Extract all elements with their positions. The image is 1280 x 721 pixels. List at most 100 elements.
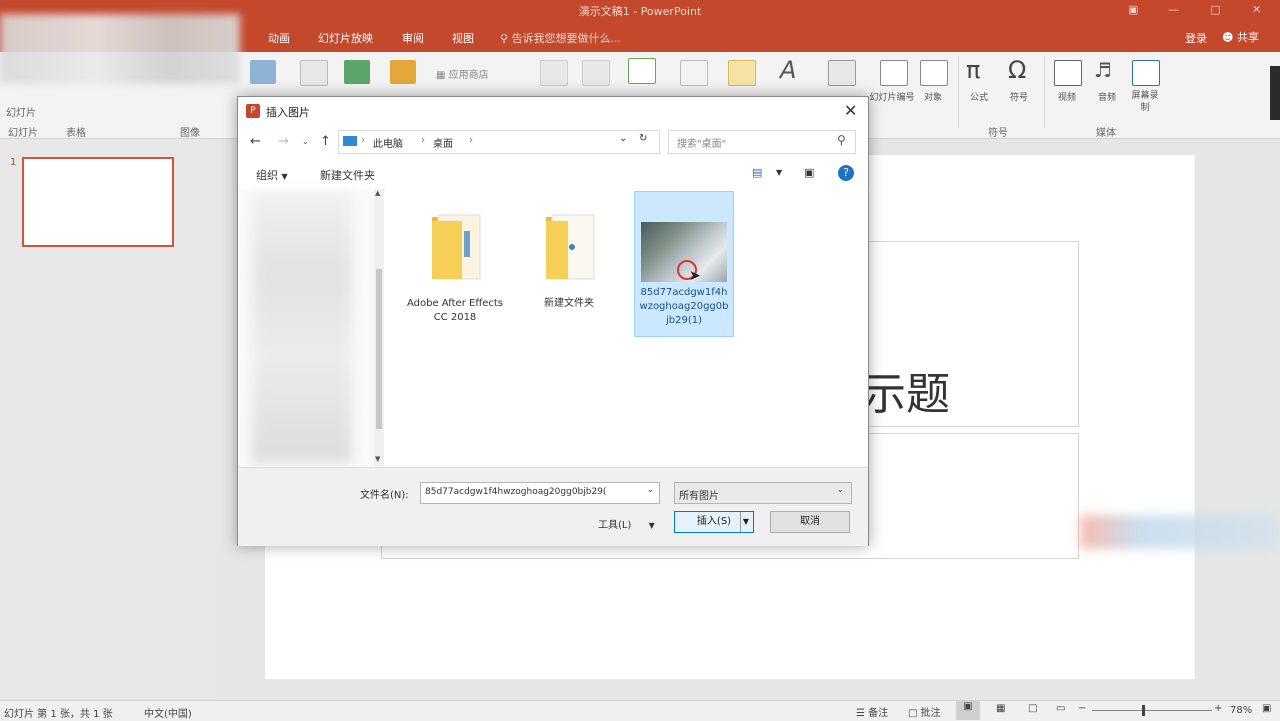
share-button[interactable]: ☻ 共享 bbox=[1222, 29, 1259, 45]
title-placeholder-text: 示题 bbox=[862, 369, 950, 420]
filename-dropdown-icon[interactable]: ⌄ bbox=[647, 485, 654, 494]
help-icon[interactable]: ? bbox=[838, 165, 854, 181]
dialog-bottom-bar: 文件名(N): 85d77acdgw1f4hwzoghoag20gg0bjb29… bbox=[238, 467, 868, 546]
audio-icon[interactable]: ♬ bbox=[1094, 58, 1112, 82]
video-icon[interactable] bbox=[1054, 60, 1082, 86]
view-dropdown-icon[interactable]: ▼ bbox=[776, 168, 782, 177]
chart-icon[interactable] bbox=[390, 60, 416, 84]
zoom-level[interactable]: 78% bbox=[1230, 705, 1252, 716]
zoom-out-icon[interactable]: − bbox=[1078, 703, 1086, 714]
minimize-icon[interactable]: — bbox=[1168, 3, 1179, 16]
ribbon-options-icon[interactable]: ▣ bbox=[1128, 3, 1138, 16]
insert-button[interactable]: 插入(S) ▼ bbox=[674, 511, 754, 533]
date-time-icon[interactable] bbox=[828, 60, 856, 86]
nav-scroll-thumb[interactable] bbox=[376, 269, 382, 429]
header-footer-icon[interactable] bbox=[728, 60, 756, 86]
dialog-close-icon[interactable]: ✕ bbox=[844, 101, 857, 120]
dialog-command-bar: 组织 ▼ 新建文件夹 ▤ ▼ ▣ ? bbox=[238, 159, 868, 190]
shapes-icon[interactable] bbox=[300, 60, 328, 86]
slide-thumbnail[interactable] bbox=[22, 157, 174, 247]
file-item-folder[interactable]: 新建文件夹 bbox=[520, 197, 618, 341]
notes-button[interactable]: ☰ 备注 bbox=[856, 704, 888, 719]
breadcrumb-this-pc[interactable]: 此电脑 bbox=[373, 135, 403, 150]
zoom-slider-thumb[interactable] bbox=[1142, 705, 1145, 716]
organize-menu[interactable]: 组织 ▼ bbox=[256, 167, 288, 183]
tab-animations[interactable]: 动画 bbox=[268, 30, 290, 46]
close-icon[interactable]: ✕ bbox=[1252, 3, 1261, 16]
tell-me-text: 告诉我您想要做什么... bbox=[511, 32, 622, 45]
filename-input[interactable]: 85d77acdgw1f4hwzoghoag20gg0bjb29( ⌄ bbox=[420, 482, 660, 504]
breadcrumb-desktop[interactable]: 桌面 bbox=[433, 135, 453, 150]
reading-view-icon[interactable]: □ bbox=[1028, 703, 1037, 714]
zoom-in-icon[interactable]: + bbox=[1214, 703, 1222, 714]
new-folder-button[interactable]: 新建文件夹 bbox=[320, 167, 375, 183]
nav-scrollbar[interactable]: ▲ ▼ bbox=[374, 189, 384, 467]
ribbon-symbols-group-label: 符号 bbox=[988, 128, 1008, 139]
picture-icon[interactable] bbox=[250, 60, 276, 84]
tab-slideshow[interactable]: 幻灯片放映 bbox=[318, 30, 373, 46]
blurred-overlay bbox=[1080, 515, 1280, 549]
object-icon[interactable] bbox=[920, 60, 948, 86]
tab-review[interactable]: 审阅 bbox=[402, 30, 424, 46]
file-list[interactable]: Adobe After Effects CC 2018 新建文件夹 ➤ 85d7… bbox=[386, 189, 866, 467]
dialog-title: 插入图片 bbox=[266, 106, 310, 119]
forward-arrow-icon[interactable]: → bbox=[278, 134, 289, 149]
folder-icon bbox=[546, 214, 595, 280]
ribbon-slide-label[interactable]: 幻灯片 bbox=[6, 104, 36, 119]
equation-label: 公式 bbox=[969, 93, 988, 103]
action-icon[interactable] bbox=[582, 60, 610, 86]
tools-menu[interactable]: 工具(L) ▼ bbox=[598, 516, 655, 531]
wordart-icon[interactable]: A bbox=[780, 56, 796, 84]
textbox-icon[interactable] bbox=[680, 60, 708, 86]
blurred-region bbox=[0, 14, 240, 84]
comments-button[interactable]: □ 批注 bbox=[908, 704, 941, 719]
screen-recording-icon[interactable] bbox=[1132, 60, 1160, 86]
dialog-title-bar[interactable]: P 插入图片 ✕ bbox=[238, 97, 868, 125]
store-label: 应用商店 bbox=[448, 70, 489, 81]
smartart-icon[interactable] bbox=[344, 60, 370, 84]
file-type-value: 所有图片 bbox=[679, 491, 719, 502]
cancel-button[interactable]: 取消 bbox=[770, 511, 850, 533]
symbol-icon[interactable]: Ω bbox=[1008, 56, 1026, 84]
slide-number-icon[interactable] bbox=[880, 60, 908, 86]
tools-dropdown-icon: ▼ bbox=[648, 521, 655, 530]
powerpoint-icon: P bbox=[246, 104, 260, 118]
up-arrow-icon[interactable]: ↑ bbox=[320, 134, 331, 149]
audio-label: 音频 bbox=[1097, 93, 1116, 103]
zoom-slider[interactable] bbox=[1092, 710, 1212, 711]
refresh-icon[interactable]: ↻ bbox=[639, 133, 647, 144]
comment-icon[interactable] bbox=[628, 58, 656, 84]
slideshow-icon[interactable]: ▭ bbox=[1056, 703, 1065, 714]
maximize-icon[interactable]: □ bbox=[1210, 3, 1220, 16]
store-button[interactable]: ▦ 应用商店 bbox=[436, 66, 489, 81]
link-icon[interactable] bbox=[540, 60, 568, 86]
insert-picture-dialog: P 插入图片 ✕ ← → ⌄ ↑ › 此电脑 › 桌面 › ⌄ ↻ 搜索"桌面"… bbox=[237, 96, 869, 546]
address-bar[interactable]: › 此电脑 › 桌面 › ⌄ ↻ bbox=[338, 130, 660, 154]
search-input[interactable]: 搜索"桌面" ⚲ bbox=[668, 130, 856, 154]
mouse-pointer-icon: ➤ bbox=[689, 268, 701, 284]
recent-chevron-icon[interactable]: ⌄ bbox=[302, 137, 309, 146]
file-item-image-selected[interactable]: ➤ 85d77acdgw1f4hwzoghoag20gg0bjb29(1) bbox=[634, 191, 734, 337]
file-item-folder[interactable]: Adobe After Effects CC 2018 bbox=[406, 197, 504, 341]
insert-dropdown-icon[interactable]: ▼ bbox=[740, 512, 751, 532]
view-options-icon[interactable]: ▤ bbox=[752, 166, 762, 179]
ribbon-divider bbox=[1044, 56, 1045, 128]
normal-view-icon[interactable]: ▣ bbox=[956, 701, 980, 720]
fit-slide-icon[interactable]: ▣ bbox=[1262, 703, 1271, 714]
blurred-navigation-tree bbox=[252, 193, 352, 463]
ribbon-divider bbox=[958, 56, 959, 128]
slide-sorter-icon[interactable]: ▦ bbox=[996, 703, 1005, 714]
slide-thumbnail-number: 1 bbox=[10, 157, 17, 168]
tab-view[interactable]: 视图 bbox=[452, 30, 474, 46]
language-indicator[interactable]: 中文(中国) bbox=[144, 705, 192, 720]
login-link[interactable]: 登录 bbox=[1185, 30, 1207, 46]
scroll-down-icon[interactable]: ▼ bbox=[375, 455, 380, 463]
equation-icon[interactable]: π bbox=[966, 56, 980, 84]
status-bar: 幻灯片 第 1 张，共 1 张 中文(中国) ☰ 备注 □ 批注 ▣ ▦ □ ▭… bbox=[0, 700, 1280, 721]
tell-me-box[interactable]: ⚲ 告诉我您想要做什么... bbox=[500, 30, 621, 46]
back-arrow-icon[interactable]: ← bbox=[250, 134, 261, 149]
preview-pane-icon[interactable]: ▣ bbox=[804, 166, 814, 179]
address-chevron-icon[interactable]: ⌄ bbox=[619, 133, 627, 144]
scroll-up-icon[interactable]: ▲ bbox=[375, 189, 380, 197]
file-type-select[interactable]: 所有图片 ⌄ bbox=[674, 482, 852, 504]
